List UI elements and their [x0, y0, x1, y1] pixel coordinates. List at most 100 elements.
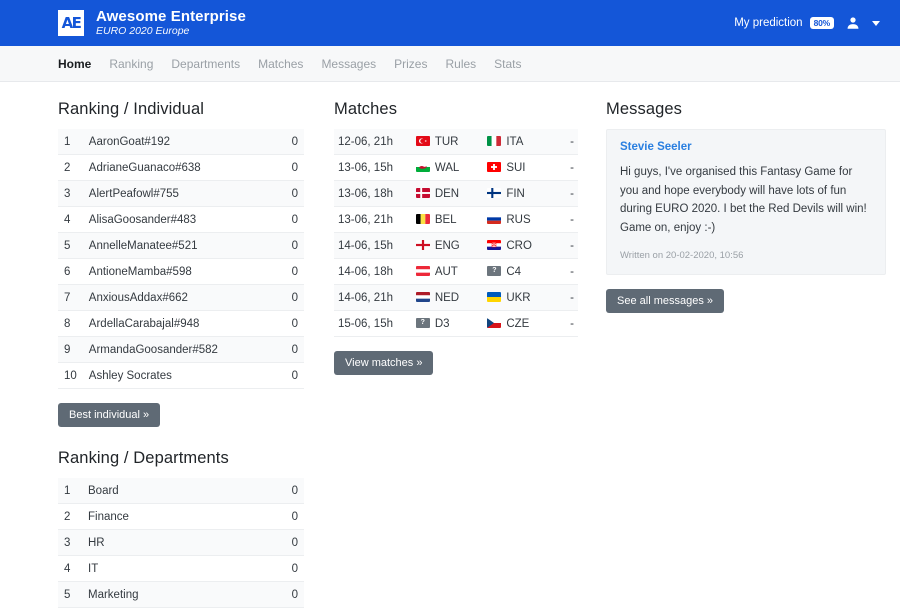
nav-item-messages[interactable]: Messages	[321, 57, 376, 71]
rank-number: 9	[58, 337, 83, 363]
entry-name: Board	[82, 478, 274, 504]
nav-item-rules[interactable]: Rules	[445, 57, 476, 71]
entry-name: AnxiousAddax#662	[83, 285, 274, 311]
flag-ua-icon	[487, 292, 501, 302]
message-card: Stevie Seeler Hi guys, I've organised th…	[606, 129, 886, 275]
match-row[interactable]: 13-06, 15hWALSUI-	[334, 155, 578, 181]
app-subtitle: EURO 2020 Europe	[96, 26, 246, 37]
entry-name: AdrianeGuanaco#638	[83, 155, 274, 181]
match-row[interactable]: 13-06, 21hBELRUS-	[334, 207, 578, 233]
message-body: Hi guys, I've organised this Fantasy Gam…	[620, 163, 872, 238]
match-score: -	[555, 155, 578, 181]
nav-item-matches[interactable]: Matches	[258, 57, 303, 71]
best-individual-button-wrap: Best individual »	[58, 403, 304, 427]
view-matches-button-wrap: View matches »	[334, 351, 578, 375]
page-title-messages: Messages	[606, 100, 886, 119]
match-row[interactable]: 15-06, 15h?D3CZE-	[334, 311, 578, 337]
flag-nl-icon	[416, 292, 430, 302]
message-timestamp: Written on 20-02-2020, 10:56	[620, 250, 872, 261]
ranking-individual-row[interactable]: 4AlisaGoosander#4830	[58, 207, 304, 233]
message-author-link[interactable]: Stevie Seeler	[620, 141, 872, 153]
entry-name: Marketing	[82, 582, 274, 608]
page-title-ranking-departments: Ranking / Departments	[58, 449, 304, 468]
main-nav: Home Ranking Departments Matches Message…	[0, 46, 900, 82]
nav-item-home[interactable]: Home	[58, 57, 91, 71]
match-home-team: NED	[412, 285, 484, 311]
rank-number: 4	[58, 556, 82, 582]
entry-points: 0	[274, 233, 304, 259]
nav-item-ranking[interactable]: Ranking	[109, 57, 153, 71]
ranking-department-row[interactable]: 4IT0	[58, 556, 304, 582]
flag-be-icon	[416, 214, 430, 224]
ranking-individual-row[interactable]: 10Ashley Socrates0	[58, 363, 304, 389]
match-home-team: WAL	[412, 155, 484, 181]
nav-item-departments[interactable]: Departments	[171, 57, 240, 71]
match-datetime: 13-06, 18h	[334, 181, 412, 207]
match-row[interactable]: 14-06, 21hNEDUKR-	[334, 285, 578, 311]
entry-points: 0	[274, 478, 304, 504]
column-messages: Messages Stevie Seeler Hi guys, I've org…	[592, 100, 900, 608]
match-datetime: 14-06, 15h	[334, 233, 412, 259]
entry-name: Ashley Socrates	[83, 363, 274, 389]
match-row[interactable]: 14-06, 15hENGCRO-	[334, 233, 578, 259]
match-score: -	[555, 285, 578, 311]
match-away-team: UKR	[483, 285, 555, 311]
view-matches-button[interactable]: View matches »	[334, 351, 433, 375]
user-icon[interactable]	[846, 16, 860, 30]
entry-name: ArdellaCarabajal#948	[83, 311, 274, 337]
prediction-badge: 80%	[810, 17, 834, 29]
ranking-individual-row[interactable]: 8ArdellaCarabajal#9480	[58, 311, 304, 337]
match-datetime: 12-06, 21h	[334, 129, 412, 155]
flag-unknown-icon: ?	[487, 266, 501, 276]
match-datetime: 15-06, 15h	[334, 311, 412, 337]
flag-en-icon	[416, 240, 430, 250]
app-title: Awesome Enterprise	[96, 9, 246, 25]
match-home-team: TUR	[412, 129, 484, 155]
header-right: My prediction 80%	[734, 16, 880, 30]
flag-tr-icon	[416, 136, 430, 146]
rank-number: 1	[58, 478, 82, 504]
ranking-department-row[interactable]: 5Marketing0	[58, 582, 304, 608]
nav-item-stats[interactable]: Stats	[494, 57, 521, 71]
match-datetime: 13-06, 15h	[334, 155, 412, 181]
page-title-matches: Matches	[334, 100, 578, 119]
ranking-individual-row[interactable]: 5AnnelleManatee#5210	[58, 233, 304, 259]
match-score: -	[555, 129, 578, 155]
match-row[interactable]: 13-06, 18hDENFIN-	[334, 181, 578, 207]
entry-points: 0	[274, 181, 304, 207]
ranking-individual-row[interactable]: 2AdrianeGuanaco#6380	[58, 155, 304, 181]
ranking-department-row[interactable]: 3HR0	[58, 530, 304, 556]
ranking-individual-row[interactable]: 7AnxiousAddax#6620	[58, 285, 304, 311]
entry-points: 0	[274, 337, 304, 363]
entry-name: IT	[82, 556, 274, 582]
see-all-messages-button[interactable]: See all messages »	[606, 289, 724, 313]
ranking-department-row[interactable]: 1Board0	[58, 478, 304, 504]
match-away-team: CZE	[483, 311, 555, 337]
entry-points: 0	[274, 207, 304, 233]
see-all-messages-button-wrap: See all messages »	[606, 289, 886, 313]
rank-number: 3	[58, 181, 83, 207]
ranking-individual-row[interactable]: 9ArmandaGoosander#5820	[58, 337, 304, 363]
match-home-team: DEN	[412, 181, 484, 207]
ranking-individual-row[interactable]: 3AlertPeafowl#7550	[58, 181, 304, 207]
best-individual-button[interactable]: Best individual »	[58, 403, 160, 427]
chevron-down-icon[interactable]	[872, 21, 880, 26]
ranking-department-row[interactable]: 2Finance0	[58, 504, 304, 530]
match-score: -	[555, 233, 578, 259]
match-row[interactable]: 14-06, 18hAUT?C4-	[334, 259, 578, 285]
ranking-individual-row[interactable]: 6AntioneMamba#5980	[58, 259, 304, 285]
match-datetime: 14-06, 18h	[334, 259, 412, 285]
flag-cz-icon	[487, 318, 501, 328]
flag-ru-icon	[487, 214, 501, 224]
match-row[interactable]: 12-06, 21hTURITA-	[334, 129, 578, 155]
brand[interactable]: AE Awesome Enterprise EURO 2020 Europe	[58, 9, 246, 38]
nav-item-prizes[interactable]: Prizes	[394, 57, 427, 71]
rank-number: 4	[58, 207, 83, 233]
entry-name: AlertPeafowl#755	[83, 181, 274, 207]
match-score: -	[555, 259, 578, 285]
my-prediction-label[interactable]: My prediction	[734, 17, 802, 29]
entry-points: 0	[274, 129, 304, 155]
ranking-individual-row[interactable]: 1AaronGoat#1920	[58, 129, 304, 155]
match-away-team: RUS	[483, 207, 555, 233]
ranking-departments-table: 1Board02Finance03HR04IT05Marketing0	[58, 478, 304, 608]
